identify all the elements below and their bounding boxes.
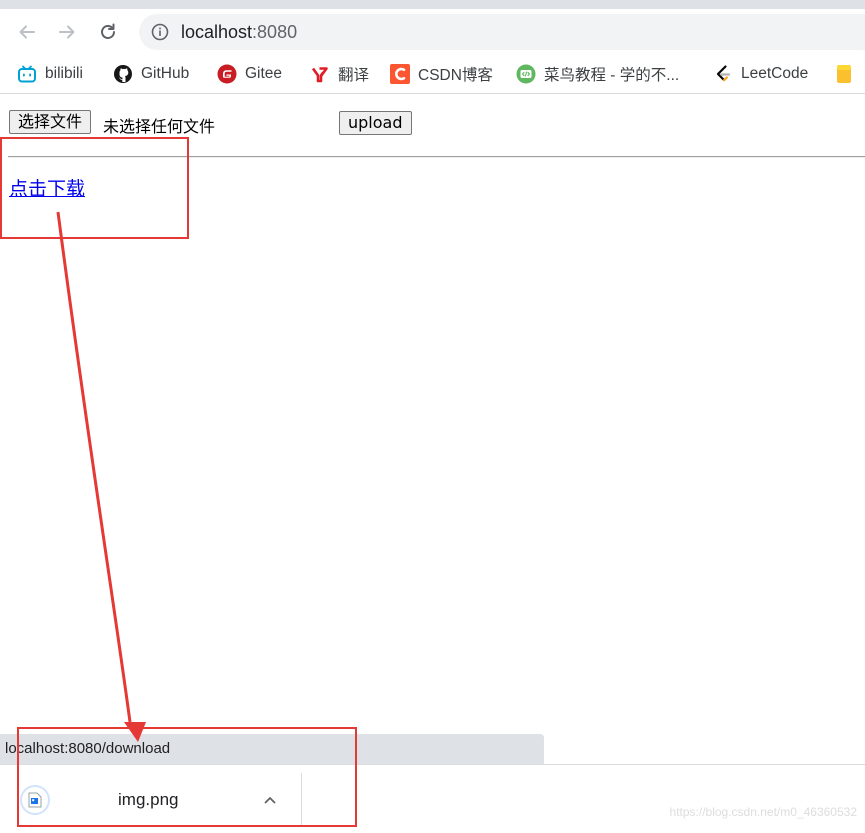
gitee-icon <box>217 64 237 84</box>
bookmark-leetcode[interactable]: LeetCode <box>713 63 808 85</box>
csdn-icon <box>390 64 410 84</box>
bookmark-label: bilibili <box>45 65 83 82</box>
bookmark-label: 翻译 <box>338 67 370 84</box>
download-shelf: img.png https://blog.csdn.net/m0_4636053… <box>0 764 865 833</box>
download-link[interactable]: 点击下载 <box>9 174 85 201</box>
bookmark-gitee[interactable]: Gitee <box>217 63 282 85</box>
no-file-text: 未选择任何文件 <box>103 117 216 136</box>
image-file-icon <box>28 792 42 808</box>
browser-window: localhost:8080 bilibili GitHub Gitee 翻译 … <box>0 0 865 833</box>
arrow-right-icon <box>59 25 75 39</box>
file-icon-ring <box>20 785 50 815</box>
bookmark-label: CSDN博客 <box>418 67 493 84</box>
folder-icon[interactable] <box>836 64 852 84</box>
download-file-name: img.png <box>118 790 179 809</box>
status-url: localhost:8080/download <box>5 740 171 757</box>
address-bar[interactable]: localhost:8080 <box>139 14 865 50</box>
arrow-left-icon <box>19 25 35 39</box>
bookmark-label: 菜鸟教程 - 学的不... <box>544 67 680 84</box>
tab-strip <box>0 0 865 9</box>
address-text[interactable]: localhost:8080 <box>181 22 297 42</box>
reload-icon <box>101 23 115 39</box>
url-host: localhost <box>181 22 253 42</box>
chevron-up-icon[interactable] <box>262 792 278 808</box>
youdao-icon <box>311 67 328 83</box>
page-content: 选择文件 未选择任何文件 upload 点击下载 <box>0 94 865 734</box>
watermark: https://blog.csdn.net/m0_46360532 <box>669 805 857 819</box>
bookmark-csdn[interactable]: CSDN博客 <box>390 63 493 85</box>
bookmark-bilibili[interactable]: bilibili <box>17 63 83 85</box>
choose-file-button[interactable]: 选择文件 <box>9 110 92 134</box>
forward-button[interactable] <box>52 17 82 47</box>
runoob-icon <box>516 64 536 84</box>
upload-button[interactable]: upload <box>339 111 412 135</box>
bookmarks-bar: bilibili GitHub Gitee 翻译 CSDN博客 菜鸟教程 - 学… <box>0 55 865 94</box>
reload-button[interactable] <box>93 17 123 47</box>
bilibili-icon <box>18 65 36 83</box>
leetcode-icon <box>716 65 731 82</box>
bookmark-label: GitHub <box>141 65 190 82</box>
status-bar: localhost:8080/download <box>0 734 544 764</box>
divider <box>8 156 865 158</box>
bookmark-label: LeetCode <box>741 65 809 82</box>
browser-toolbar: localhost:8080 <box>0 9 865 55</box>
bookmark-github[interactable]: GitHub <box>113 63 189 85</box>
bookmark-runoob[interactable]: 菜鸟教程 - 学的不... <box>516 63 679 85</box>
github-icon <box>114 65 132 83</box>
info-icon[interactable] <box>151 23 169 41</box>
download-item[interactable]: img.png <box>16 773 302 827</box>
bookmark-label: Gitee <box>245 65 283 82</box>
bookmark-translate[interactable]: 翻译 <box>310 63 369 85</box>
back-button[interactable] <box>12 17 42 47</box>
url-port: :8080 <box>252 22 298 42</box>
